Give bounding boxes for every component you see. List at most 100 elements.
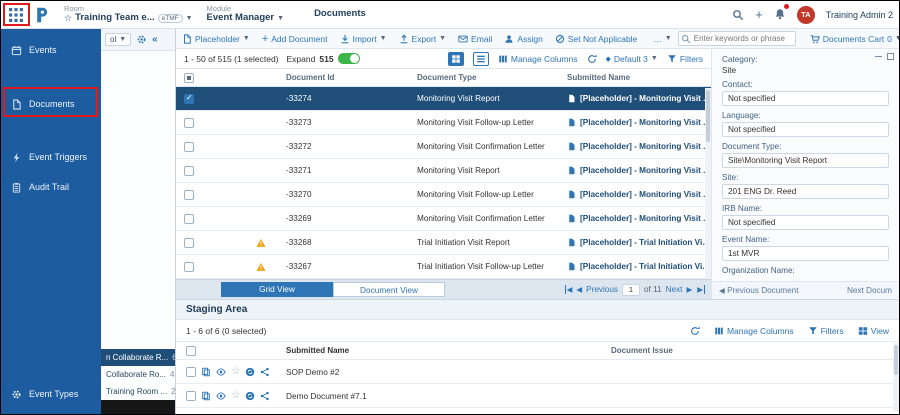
submitted-name-link[interactable]: [Placeholder] - Monitoring Visit ...: [580, 142, 710, 151]
notifications-bell-icon[interactable]: [774, 6, 786, 24]
submitted-name-link[interactable]: [Placeholder] - Monitoring Visit ...: [580, 214, 710, 223]
search-input[interactable]: [678, 31, 796, 46]
rooms-dropdown[interactable]: ol▼: [105, 33, 131, 46]
favorite-star-icon[interactable]: ☆: [64, 14, 72, 24]
submitted-name-link[interactable]: [Placeholder] - Trial Initiation Vi...: [580, 262, 709, 271]
collapse-panel-icon[interactable]: «: [152, 34, 158, 45]
document-icon[interactable]: [201, 391, 211, 401]
tree-item[interactable]: Training Room ... 2: [101, 383, 175, 400]
refresh-icon[interactable]: [690, 326, 700, 336]
eye-icon[interactable]: [216, 391, 226, 401]
table-row[interactable]: -33273 Monitoring Visit Follow-up Letter…: [176, 111, 711, 135]
table-row[interactable]: -33272 Monitoring Visit Confirmation Let…: [176, 135, 711, 159]
share-icon[interactable]: [260, 367, 270, 377]
previous-document-button[interactable]: ◀ Previous Document: [719, 286, 799, 295]
email-button[interactable]: Email: [452, 34, 498, 44]
sync-icon[interactable]: [245, 391, 255, 401]
column-header-document-issue[interactable]: Document Issue: [611, 346, 899, 355]
column-header-document-id[interactable]: Document Id: [282, 73, 417, 82]
column-header-submitted-name[interactable]: Submitted Name: [286, 346, 611, 355]
sidebar-item-event-types[interactable]: Event Types: [1, 382, 101, 406]
row-checkbox[interactable]: [184, 262, 194, 272]
scrollbar-thumb[interactable]: [706, 90, 710, 142]
document-icon[interactable]: [201, 367, 211, 377]
table-row[interactable]: -33271 Monitoring Visit Report [Placehol…: [176, 159, 711, 183]
sidebar-item-audit-trail[interactable]: Audit Trail: [1, 175, 101, 199]
row-checkbox[interactable]: [184, 166, 194, 176]
filters-button[interactable]: Filters: [808, 326, 844, 336]
row-checkbox[interactable]: [184, 238, 194, 248]
table-row[interactable]: -33269 Monitoring Visit Confirmation Let…: [176, 207, 711, 231]
table-row[interactable]: -33268 Trial Initiation Visit Report [Pl…: [176, 231, 711, 255]
export-button[interactable]: Export▼: [393, 34, 453, 44]
page-number-input[interactable]: [622, 284, 640, 296]
grid-view-toggle-button[interactable]: [448, 52, 464, 66]
refresh-icon[interactable]: [587, 54, 597, 64]
select-all-checkbox[interactable]: [184, 73, 194, 83]
row-checkbox[interactable]: [184, 94, 194, 104]
row-checkbox[interactable]: [184, 214, 194, 224]
documents-cart-button[interactable]: Documents Cart 0 ▼: [804, 34, 899, 44]
table-row[interactable]: -33267 Trial Initiation Visit Follow-up …: [176, 255, 711, 279]
last-page-icon[interactable]: ▶: [696, 285, 705, 294]
expand-panel-icon[interactable]: [887, 53, 894, 60]
sidebar-item-events[interactable]: Events: [1, 38, 101, 62]
row-checkbox[interactable]: [186, 391, 196, 401]
topnav-documents[interactable]: Documents: [314, 8, 366, 19]
staging-row[interactable]: ☆ Demo Document #7.1: [176, 384, 899, 408]
view-preset-dropdown[interactable]: ◆ Default 3 ▼: [606, 54, 658, 64]
column-header-submitted-name[interactable]: Submitted Name: [567, 73, 711, 82]
row-checkbox[interactable]: [184, 142, 194, 152]
app-grid-icon[interactable]: [8, 7, 24, 23]
sidebar-item-documents[interactable]: Documents: [1, 92, 101, 116]
gear-icon[interactable]: [136, 34, 147, 45]
select-all-checkbox[interactable]: [186, 346, 196, 356]
submitted-name-link[interactable]: [Placeholder] - Trial Initiation Vis...: [580, 238, 711, 247]
plus-icon[interactable]: +: [755, 9, 763, 21]
tree-item[interactable]: n Collaborate R... 6: [101, 349, 175, 366]
tree-item[interactable]: Collaborate Ro... 4: [101, 366, 175, 383]
more-actions-button[interactable]: …▼: [647, 34, 677, 44]
share-icon[interactable]: [260, 391, 270, 401]
user-name[interactable]: Training Admin 2: [826, 10, 893, 20]
favorite-star-icon[interactable]: ☆: [231, 391, 240, 401]
previous-page-label[interactable]: Previous: [586, 285, 618, 294]
scrollbar-thumb[interactable]: [894, 345, 898, 375]
row-checkbox[interactable]: [184, 190, 194, 200]
row-checkbox[interactable]: [184, 118, 194, 128]
tab-grid-view[interactable]: Grid View: [221, 282, 333, 297]
sync-icon[interactable]: [245, 367, 255, 377]
table-row[interactable]: -33270 Monitoring Visit Follow-up Letter…: [176, 183, 711, 207]
search-icon[interactable]: [732, 9, 744, 21]
assign-button[interactable]: Assign: [498, 34, 549, 44]
manage-columns-button[interactable]: Manage Columns: [498, 54, 578, 64]
table-row[interactable]: -33274 Monitoring Visit Report [Placehol…: [176, 87, 711, 111]
previous-page-icon[interactable]: ◀: [576, 285, 582, 294]
tab-document-view[interactable]: Document View: [333, 282, 445, 297]
submitted-name-link[interactable]: [Placeholder] - Monitoring Visit ...: [580, 94, 710, 103]
room-selector[interactable]: Room ☆ Training Team e... eTMF ▼: [64, 5, 193, 24]
set-not-applicable-button[interactable]: Set Not Applicable: [549, 34, 643, 44]
submitted-name-link[interactable]: [Placeholder] - Monitoring Visit ...: [580, 190, 710, 199]
next-page-label[interactable]: Next: [666, 285, 683, 294]
staging-row[interactable]: ☆ SOP Demo #2: [176, 360, 899, 384]
import-button[interactable]: Import▼: [334, 34, 393, 44]
add-document-button[interactable]: + Add Document: [256, 34, 334, 44]
list-view-toggle-button[interactable]: [473, 52, 489, 66]
first-page-icon[interactable]: ◀: [565, 285, 573, 294]
user-avatar[interactable]: TA: [797, 6, 815, 24]
submitted-name-link[interactable]: [Placeholder] - Monitoring Visit ...: [580, 166, 710, 175]
column-header-document-type[interactable]: Document Type: [417, 73, 567, 82]
next-page-icon[interactable]: ▶: [686, 285, 692, 294]
view-button[interactable]: View: [858, 326, 889, 336]
manage-columns-button[interactable]: Manage Columns: [714, 326, 794, 336]
module-selector[interactable]: Module Event Manager ▼: [207, 5, 285, 24]
eye-icon[interactable]: [216, 367, 226, 377]
sidebar-item-event-triggers[interactable]: Event Triggers: [1, 145, 101, 169]
expand-toggle[interactable]: [338, 53, 360, 64]
next-document-button[interactable]: Next Docum: [847, 286, 892, 295]
filters-button[interactable]: Filters: [667, 54, 703, 64]
favorite-star-icon[interactable]: ☆: [231, 367, 240, 377]
row-checkbox[interactable]: [186, 367, 196, 377]
collapse-panel-icon[interactable]: [875, 56, 882, 57]
